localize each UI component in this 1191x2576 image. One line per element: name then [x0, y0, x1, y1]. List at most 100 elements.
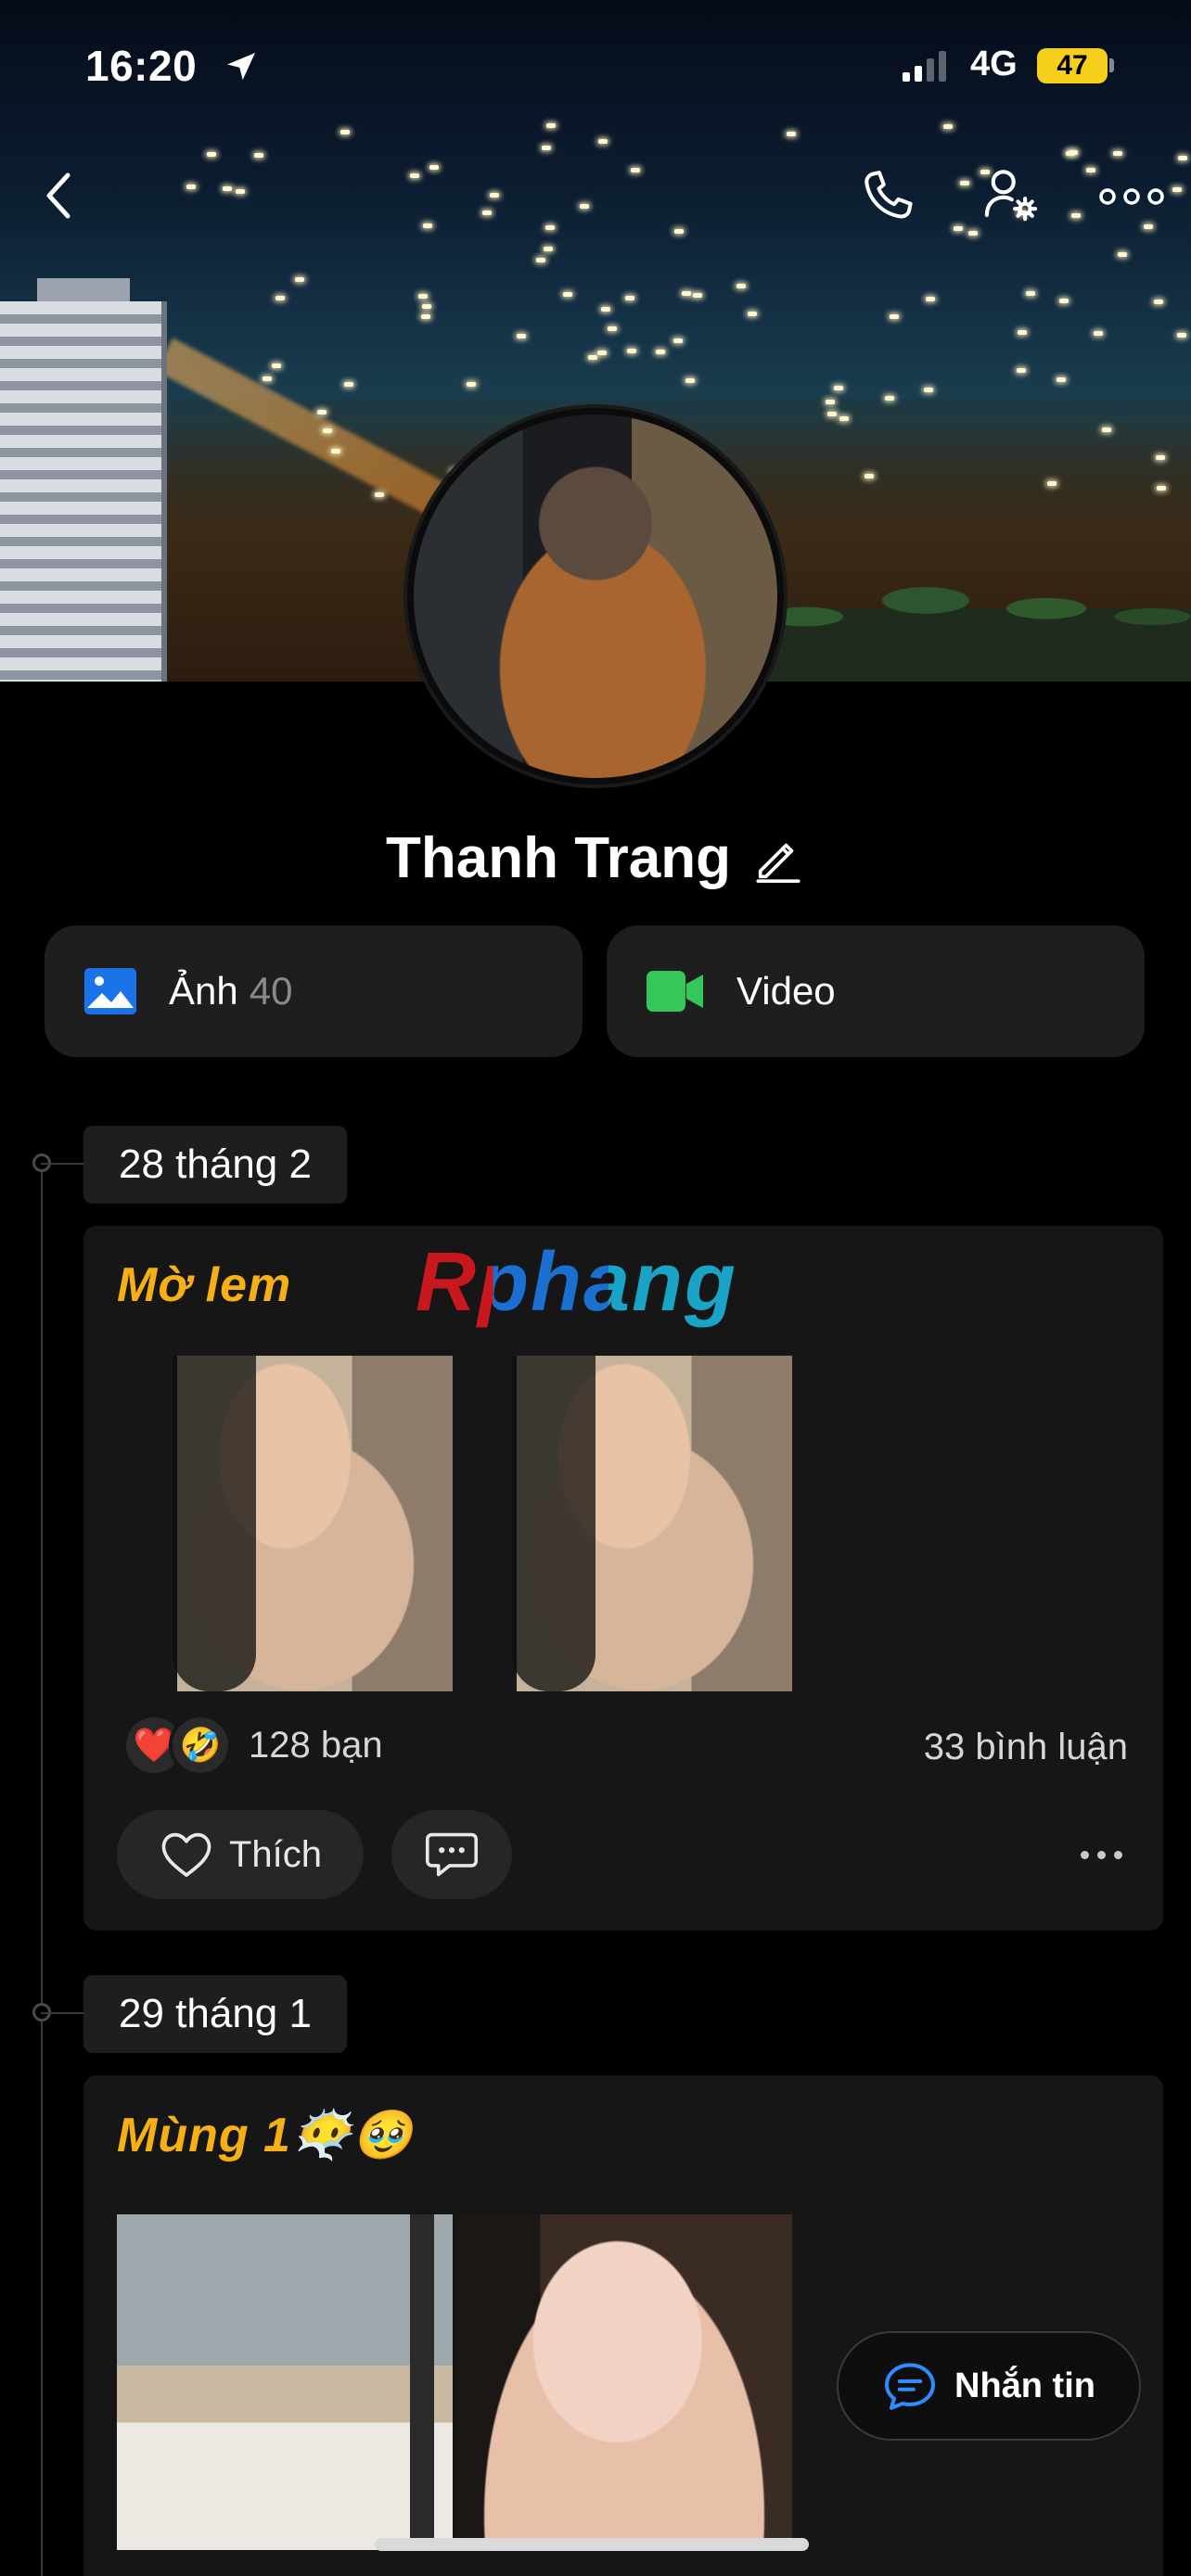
- reactions-summary[interactable]: ❤️ 🤣 128 bạn: [122, 1714, 383, 1777]
- videos-label: Video: [736, 969, 836, 1013]
- post-card[interactable]: Mùng 1😶‍🌫️🥹: [83, 2075, 1163, 2576]
- boat-light: [253, 152, 263, 158]
- profile-name: Thanh Trang: [386, 826, 731, 890]
- more-horizontal-icon: [1099, 188, 1164, 205]
- boat-light: [600, 306, 610, 312]
- boat-light: [625, 296, 635, 301]
- post-photo[interactable]: [456, 1356, 792, 1691]
- boat-light: [596, 350, 607, 355]
- location-arrow-icon: [227, 53, 255, 81]
- heart-outline-icon: [161, 1832, 211, 1877]
- boat-light: [481, 210, 492, 215]
- boat-light: [421, 303, 431, 309]
- boat-light: [545, 224, 556, 230]
- status-time: 16:20: [85, 42, 198, 90]
- post-card[interactable]: Mờ lem Rphang ❤️ 🤣 128 bạn 33 bình luận …: [83, 1226, 1163, 1931]
- boat-light: [1157, 486, 1167, 491]
- comment-count[interactable]: 33 bình luận: [924, 1727, 1128, 1768]
- boat-light: [587, 355, 597, 361]
- post-more-button[interactable]: [1081, 1851, 1122, 1859]
- timeline-connector: [41, 1163, 83, 1165]
- boat-light: [236, 189, 246, 194]
- boat-light: [1025, 291, 1035, 297]
- boat-light: [262, 376, 272, 382]
- boat-light: [1155, 454, 1165, 460]
- boat-light: [1018, 329, 1028, 335]
- boat-light: [826, 411, 837, 416]
- cover-hotel: [0, 301, 167, 682]
- boat-light: [186, 185, 196, 190]
- signal-strength-icon: [903, 50, 946, 82]
- image-icon: [84, 968, 136, 1014]
- like-label: Thích: [228, 1833, 323, 1875]
- boat-light: [422, 223, 432, 228]
- boat-light: [545, 122, 556, 128]
- comment-button[interactable]: [391, 1810, 512, 1899]
- message-bubble-icon: [885, 2363, 935, 2410]
- boat-light: [223, 185, 233, 191]
- boat-light: [967, 231, 978, 236]
- boat-light: [544, 246, 554, 251]
- boat-light: [692, 293, 702, 299]
- boat-light: [674, 229, 685, 235]
- boat-light: [490, 193, 500, 198]
- post-photo[interactable]: [456, 2214, 792, 2550]
- boat-light: [608, 325, 618, 331]
- boat-light: [1059, 298, 1069, 303]
- boat-light: [1154, 299, 1164, 304]
- boat-light: [924, 388, 934, 393]
- post-title: Mờ lem: [117, 1258, 292, 1312]
- boat-light: [598, 139, 608, 144]
- message-button[interactable]: Nhắn tin: [837, 2331, 1141, 2441]
- profile-name-row: Thanh Trang: [0, 825, 1191, 891]
- avatar[interactable]: [407, 408, 784, 784]
- boat-light: [339, 130, 350, 135]
- more-dot: [1114, 1851, 1122, 1859]
- boat-light: [787, 132, 797, 137]
- post-photo[interactable]: [117, 2214, 453, 2550]
- boat-light: [959, 180, 969, 185]
- like-button[interactable]: Thích: [117, 1810, 364, 1899]
- boat-light: [343, 382, 353, 388]
- call-button[interactable]: [852, 161, 922, 232]
- more-options-button[interactable]: [1095, 171, 1169, 223]
- more-dot: [1097, 1851, 1106, 1859]
- boat-light: [206, 152, 216, 158]
- boat-light: [655, 349, 665, 354]
- edit-pencil-icon[interactable]: [751, 832, 805, 886]
- boat-light: [1113, 151, 1123, 157]
- profile-settings-button[interactable]: [976, 159, 1046, 230]
- boat-light: [429, 165, 440, 171]
- boat-light: [1117, 251, 1127, 257]
- user-settings-icon: [984, 170, 1038, 222]
- videos-button[interactable]: Video: [607, 925, 1145, 1057]
- boat-light: [925, 296, 935, 301]
- date-chip: 29 tháng 1: [83, 1975, 347, 2053]
- laugh-reaction-icon: 🤣: [169, 1714, 232, 1777]
- boat-light: [563, 291, 573, 297]
- boat-light: [1143, 224, 1153, 230]
- boat-light: [1172, 186, 1183, 192]
- boat-light: [542, 145, 552, 150]
- watermark-logo: Rphang: [416, 1236, 737, 1329]
- post-photo[interactable]: [117, 1356, 453, 1691]
- back-button[interactable]: [26, 163, 91, 228]
- photos-count: 40: [249, 969, 293, 1013]
- boat-light: [826, 400, 836, 405]
- boat-light: [331, 449, 341, 454]
- boat-light: [322, 428, 332, 434]
- photos-button[interactable]: Ảnh 40: [45, 925, 583, 1057]
- home-indicator[interactable]: [375, 2538, 809, 2551]
- network-type: 4G: [970, 45, 1018, 83]
- boat-light: [890, 314, 899, 319]
- boat-light: [682, 291, 692, 297]
- boat-light: [275, 296, 286, 301]
- boat-light: [627, 349, 637, 354]
- boat-light: [467, 382, 477, 388]
- boat-light: [942, 123, 953, 129]
- boat-light: [839, 415, 850, 421]
- boat-light: [1068, 150, 1078, 156]
- boat-light: [420, 314, 430, 320]
- boat-light: [1070, 213, 1081, 219]
- battery-cap: [1109, 58, 1114, 72]
